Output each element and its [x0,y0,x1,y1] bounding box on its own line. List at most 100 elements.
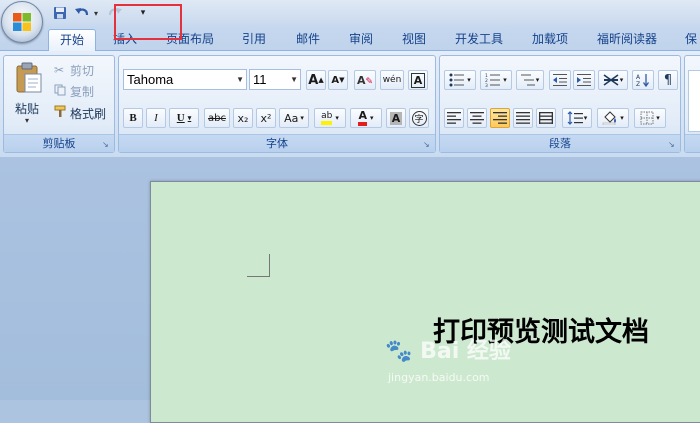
char-border-button[interactable]: A [408,70,428,90]
shrink-font-label: A [331,74,340,86]
tab-review[interactable]: 审阅 [343,29,379,50]
subscript-label: x₂ [237,111,249,125]
enclose-char-button[interactable]: 字 [409,108,429,128]
superscript-button[interactable]: x² [256,108,276,128]
char-shading-icon: A [389,111,403,125]
office-button[interactable] [1,1,43,43]
paragraph-launcher-icon[interactable]: ↘ [668,140,677,149]
align-center-button[interactable] [467,108,487,128]
save-icon[interactable] [52,4,68,22]
chinese-layout-button[interactable]: ▾ [598,70,628,90]
clipboard-group-label: 剪贴板 [4,134,114,152]
styles-group-label [685,134,700,152]
align-center-icon [470,112,484,124]
clipboard-group: 粘贴 ▾ ✂ 剪切 复制 格式刷 剪贴板 ↘ [3,55,115,153]
tab-developer[interactable]: 开发工具 [448,29,510,50]
italic-label: I [154,112,158,124]
tab-view[interactable]: 视图 [396,29,432,50]
multilevel-list-icon [520,74,535,86]
highlight-box [114,4,182,40]
font-color-icon: A [358,110,367,126]
line-spacing-icon [567,111,583,125]
font-size-dropdown-icon[interactable]: ▼ [290,70,298,89]
align-right-button[interactable] [490,108,510,128]
ribbon-tabs: 开始 插入 页面布局 引用 邮件 审阅 视图 开发工具 加载项 福昕阅读器 保 [0,26,700,51]
title-bar: ▾ ▾ [0,0,700,26]
tab-home[interactable]: 开始 [48,29,96,51]
numbering-icon: 123 [485,73,501,87]
align-left-icon [447,112,461,124]
font-name-dropdown-icon[interactable]: ▼ [236,70,244,89]
shading-button[interactable]: ▾ [597,108,629,128]
subscript-button[interactable]: x₂ [233,108,253,128]
line-spacing-button[interactable]: ▾ [562,108,592,128]
increase-indent-icon [577,74,591,86]
borders-icon [640,111,654,125]
font-name-combo[interactable]: Tahoma ▼ [123,69,247,90]
decrease-indent-button[interactable] [549,70,571,90]
font-launcher-icon[interactable]: ↘ [423,140,432,149]
strikethrough-button[interactable]: abc [204,108,230,128]
svg-text:A: A [636,74,641,81]
highlight-button[interactable]: ab ▾ [314,108,346,128]
distributed-button[interactable] [536,108,556,128]
char-border-icon: A [410,72,426,88]
undo-icon[interactable] [73,4,91,22]
document-page[interactable]: 打印预览测试文档 [150,181,700,423]
format-painter-label: 格式刷 [70,106,107,121]
margin-corner-mark [247,254,270,277]
clear-formatting-button[interactable]: A✎ [354,70,376,90]
svg-text:Z: Z [636,81,640,87]
bullets-button[interactable]: ▾ [444,70,476,90]
format-painter-button[interactable]: 格式刷 [54,104,106,122]
font-size-value: 11 [253,72,267,87]
copy-button[interactable]: 复制 [54,82,94,100]
font-color-button[interactable]: A ▾ [350,108,382,128]
copy-icon [54,84,70,99]
decrease-indent-icon [553,74,567,86]
change-case-button[interactable]: Aa ▾ [279,108,309,128]
numbering-button[interactable]: 1 2 3 ▾ [480,70,512,90]
paragraph-group-label: 段落 [440,134,680,152]
paint-bucket-icon [602,111,617,125]
tab-references[interactable]: 引用 [236,29,272,50]
tab-partial[interactable]: 保 [683,29,699,50]
cut-button[interactable]: ✂ 剪切 [54,61,94,79]
underline-label: U [176,112,185,124]
styles-group-partial [684,55,700,153]
tab-foxit-reader[interactable]: 福昕阅读器 [590,29,664,50]
clear-formatting-icon: A✎ [356,73,374,87]
borders-button[interactable]: ▾ [634,108,666,128]
italic-button[interactable]: I [146,108,166,128]
document-area: 打印预览测试文档 🐾 Bai 经验 jingyan.baidu.com [0,157,700,423]
format-painter-icon [54,105,70,121]
baidu-paw-icon: 🐾 [385,339,413,364]
bold-button[interactable]: B [123,108,143,128]
justify-button[interactable] [513,108,533,128]
font-group-label: 字体 [119,134,435,152]
phonetic-guide-button[interactable]: wén [380,70,404,90]
show-marks-button[interactable]: ¶ [658,70,678,90]
paste-dropdown-icon: ▾ [25,116,30,125]
cut-label: 剪切 [70,63,95,78]
styles-gallery[interactable] [688,70,700,132]
shrink-font-button[interactable]: A ▼ [328,70,348,90]
clipboard-launcher-icon[interactable]: ↘ [102,140,111,149]
underline-button[interactable]: U ▾ [169,108,199,128]
ribbon: 粘贴 ▾ ✂ 剪切 复制 格式刷 剪贴板 ↘ Tahoma ▼ 11 ▼ A ▲… [0,50,700,158]
increase-indent-button[interactable] [573,70,595,90]
sort-icon: AZ [636,74,650,87]
office-logo-icon [13,13,31,31]
copy-label: 复制 [70,84,95,99]
grow-font-button[interactable]: A ▲ [306,70,326,90]
paste-button[interactable]: 粘贴 ▾ [10,60,48,130]
multilevel-list-button[interactable]: ▾ [516,70,544,90]
align-left-button[interactable] [444,108,464,128]
font-size-combo[interactable]: 11 ▼ [249,69,301,90]
sort-button[interactable]: AZ [632,70,654,90]
char-shading-button[interactable]: A [386,108,406,128]
tab-add-ins[interactable]: 加载项 [526,29,574,50]
tab-mailings[interactable]: 邮件 [290,29,326,50]
bullets-icon [449,73,465,87]
undo-dropdown-icon[interactable]: ▾ [92,4,100,22]
